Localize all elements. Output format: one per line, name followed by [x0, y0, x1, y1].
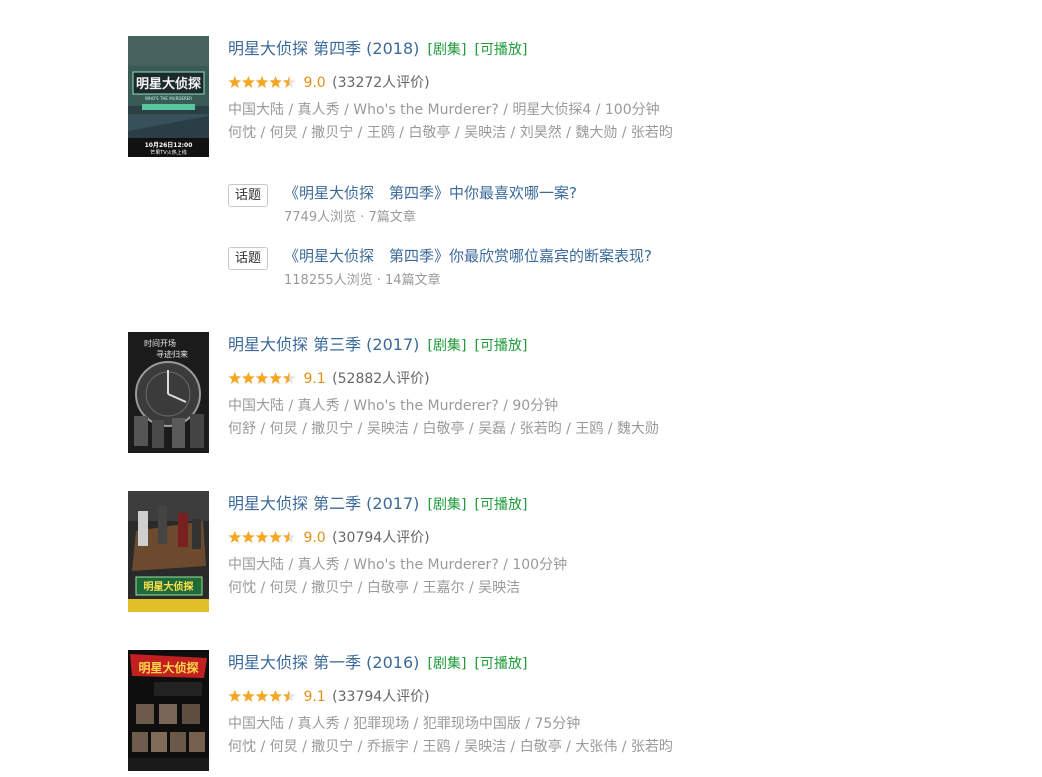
poster-image[interactable]: 明星大侦探	[128, 491, 209, 612]
rating-stars-icon	[228, 530, 296, 543]
rating-score: 9.1	[303, 371, 326, 387]
title-line: 明星大侦探 第一季 (2016) [剧集] [可播放]	[228, 652, 527, 675]
playable-tag[interactable]: [可播放]	[475, 42, 528, 58]
poster-graphic: 明星大侦探	[128, 650, 209, 771]
rating-score: 9.0	[303, 75, 326, 91]
star-filled-icon	[228, 75, 242, 88]
poster-graphic: 明星大侦探	[128, 491, 209, 612]
poster-subtitle: 寻迹归来	[156, 349, 188, 359]
playable-tag[interactable]: [可播放]	[475, 656, 528, 672]
star-filled-icon	[255, 371, 269, 384]
star-filled-icon	[242, 689, 255, 702]
topic-title-link[interactable]: 《明星大侦探 第四季》中你最喜欢哪一案?	[284, 182, 577, 204]
star-filled-icon	[269, 371, 282, 384]
rating-line: 9.0 (33272人评价)	[228, 73, 430, 93]
show-title-link[interactable]: 明星大侦探 第三季 (2017)	[228, 335, 419, 354]
series-tag[interactable]: [剧集]	[427, 42, 466, 58]
poster-title: 明星大侦探	[136, 76, 201, 92]
rating-line: 9.0 (30794人评价)	[228, 528, 430, 548]
topic-title-link[interactable]: 《明星大侦探 第四季》你最欣赏哪位嘉宾的断案表现?	[284, 245, 652, 267]
star-filled-icon	[255, 689, 269, 702]
series-tag[interactable]: [剧集]	[427, 656, 466, 672]
show-cast: 何忱 / 何炅 / 撒贝宁 / 白敬亭 / 王嘉尔 / 吴映洁	[228, 580, 521, 596]
playable-tag[interactable]: [可播放]	[475, 497, 528, 513]
show-cast: 何忱 / 何炅 / 撒贝宁 / 王鸥 / 白敬亭 / 吴映洁 / 刘昊然 / 魏…	[228, 125, 673, 141]
star-filled-icon	[255, 75, 269, 88]
topic-badge[interactable]: 话题	[228, 247, 268, 270]
rating-score: 9.0	[303, 530, 326, 546]
star-filled-icon	[269, 530, 282, 543]
star-filled-icon	[242, 530, 255, 543]
rating-line: 9.1 (52882人评价)	[228, 369, 430, 389]
star-filled-icon	[269, 75, 282, 88]
star-filled-icon	[242, 75, 255, 88]
poster-date: 10月26日12:00	[145, 141, 193, 149]
poster-image[interactable]: 明星大侦探 WHO'S THE MURDERER 10月26日12:00 芒果T…	[128, 36, 209, 157]
poster-title: 明星大侦探	[144, 580, 194, 593]
show-meta: 中国大陆 / 真人秀 / Who's the Murderer? / 明星大侦探…	[228, 102, 660, 118]
poster-title: 明星大侦探	[138, 660, 198, 675]
poster-graphic: 时间开场 寻迹归来	[128, 332, 209, 453]
show-cast: 何舒 / 何炅 / 撒贝宁 / 吴映洁 / 白敬亭 / 吴磊 / 张若昀 / 王…	[228, 421, 659, 437]
show-meta: 中国大陆 / 真人秀 / 犯罪现场 / 犯罪现场中国版 / 75分钟	[228, 716, 581, 732]
star-filled-icon	[242, 371, 255, 384]
rating-stars-icon	[228, 371, 296, 384]
poster-subtitle: WHO'S THE MURDERER	[145, 96, 192, 101]
rating-count: (33272人评价)	[332, 75, 430, 91]
rating-stars-icon	[228, 75, 296, 88]
rating-line: 9.1 (33794人评价)	[228, 687, 430, 707]
title-line: 明星大侦探 第三季 (2017) [剧集] [可播放]	[228, 334, 527, 357]
show-meta: 中国大陆 / 真人秀 / Who's the Murderer? / 100分钟	[228, 557, 568, 573]
title-line: 明星大侦探 第四季 (2018) [剧集] [可播放]	[228, 38, 527, 61]
poster-image[interactable]: 时间开场 寻迹归来	[128, 332, 209, 453]
topic-meta: 7749人浏览 · 7篇文章	[284, 210, 416, 225]
rating-stars-icon	[228, 689, 296, 702]
poster-platform: 芒果TV火热上线	[150, 149, 186, 156]
show-meta: 中国大陆 / 真人秀 / Who's the Murderer? / 90分钟	[228, 398, 559, 414]
show-cast: 何忱 / 何炅 / 撒贝宁 / 乔振宇 / 王鸥 / 吴映洁 / 白敬亭 / 大…	[228, 739, 673, 755]
title-line: 明星大侦探 第二季 (2017) [剧集] [可播放]	[228, 493, 527, 516]
show-title-link[interactable]: 明星大侦探 第四季 (2018)	[228, 39, 419, 58]
rating-score: 9.1	[303, 689, 326, 705]
poster-graphic: 明星大侦探 WHO'S THE MURDERER 10月26日12:00 芒果T…	[128, 36, 209, 157]
show-title-link[interactable]: 明星大侦探 第二季 (2017)	[228, 494, 419, 513]
star-filled-icon	[255, 530, 269, 543]
star-filled-icon	[228, 689, 242, 702]
rating-count: (33794人评价)	[332, 689, 430, 705]
topic-meta: 118255人浏览 · 14篇文章	[284, 273, 441, 288]
star-filled-icon	[228, 371, 242, 384]
playable-tag[interactable]: [可播放]	[475, 338, 528, 354]
series-tag[interactable]: [剧集]	[427, 497, 466, 513]
star-filled-icon	[269, 689, 282, 702]
rating-count: (52882人评价)	[332, 371, 430, 387]
poster-title: 时间开场	[144, 338, 176, 348]
show-title-link[interactable]: 明星大侦探 第一季 (2016)	[228, 653, 419, 672]
topic-badge[interactable]: 话题	[228, 184, 268, 207]
series-tag[interactable]: [剧集]	[427, 338, 466, 354]
star-filled-icon	[228, 530, 242, 543]
rating-count: (30794人评价)	[332, 530, 430, 546]
poster-image[interactable]: 明星大侦探	[128, 650, 209, 771]
